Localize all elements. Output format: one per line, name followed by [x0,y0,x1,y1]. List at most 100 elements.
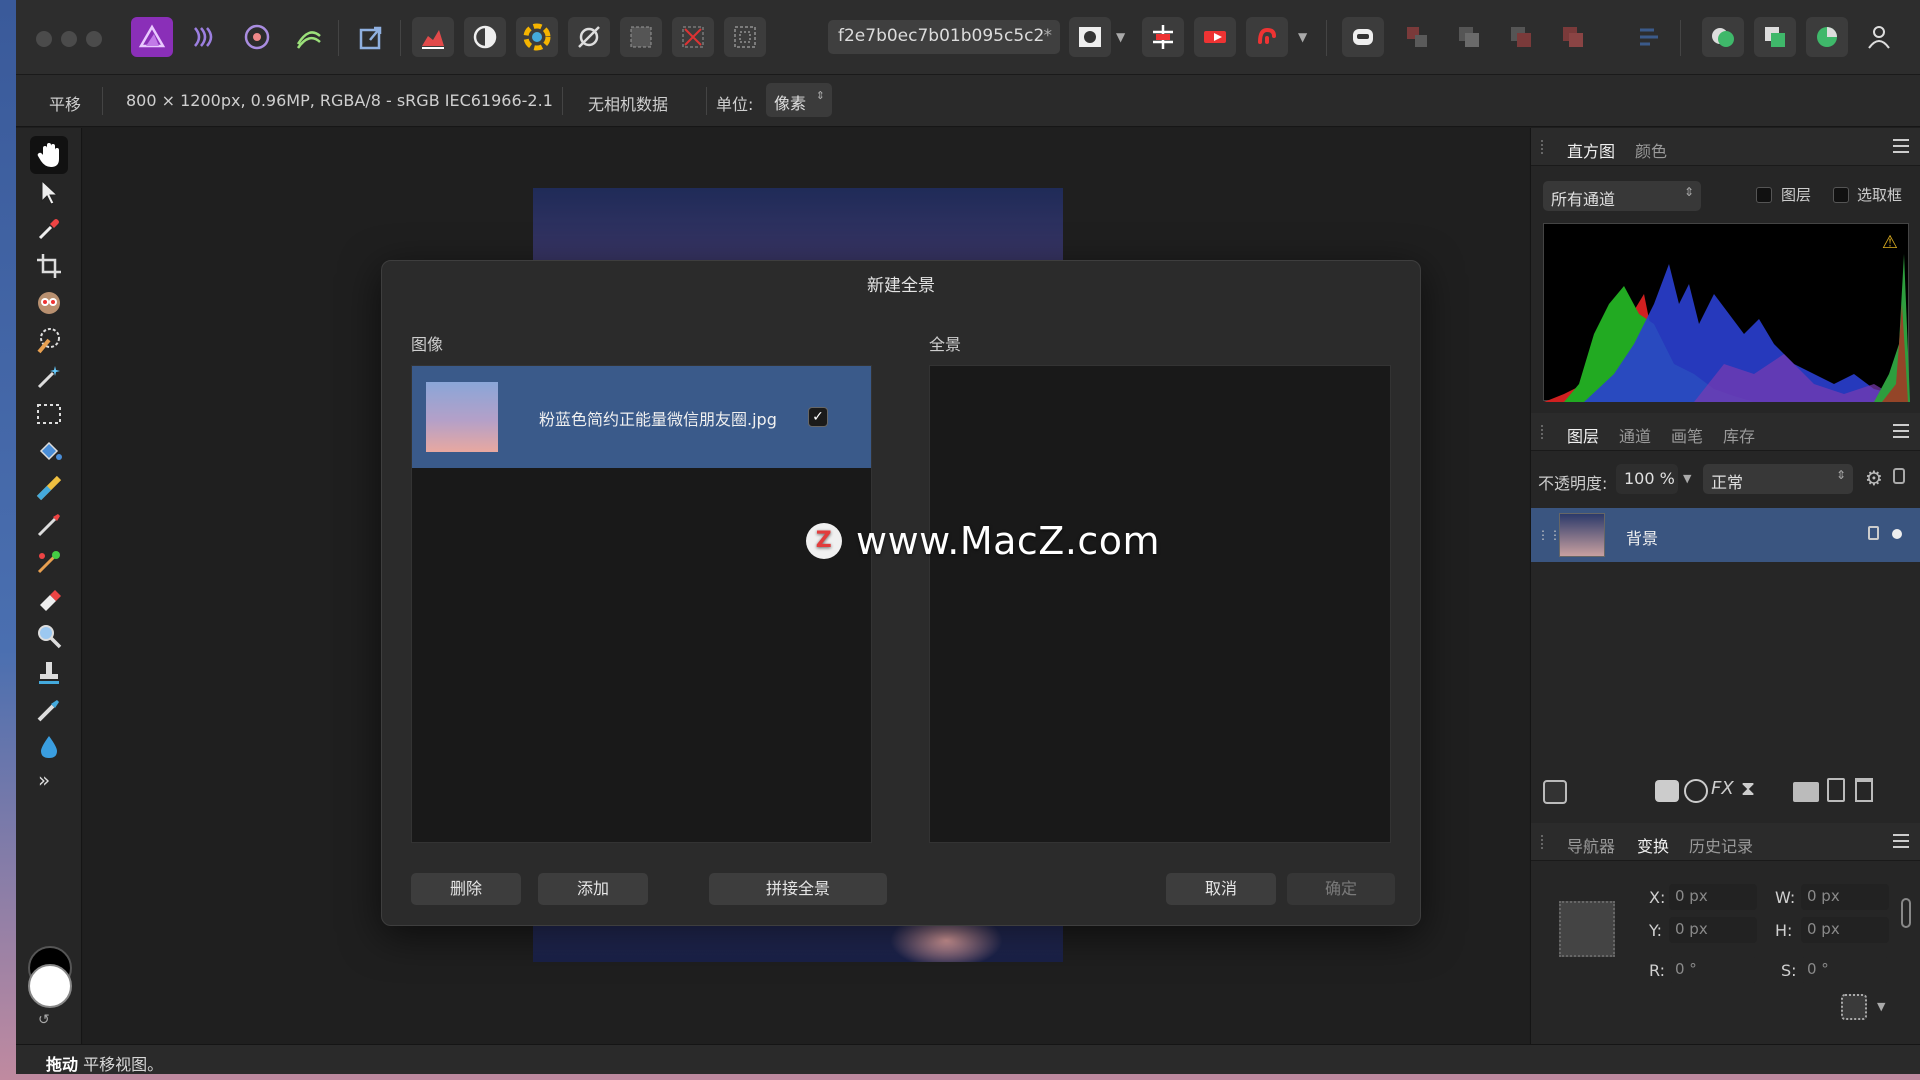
tab-transform[interactable]: 变换 [1637,833,1669,857]
panel-grip-icon[interactable] [1541,835,1547,849]
tone-mapping-persona-button[interactable] [288,17,330,57]
origin-dropdown-icon[interactable]: ▼ [1877,1000,1885,1013]
boolean-add-button[interactable] [1702,17,1744,57]
assistant-mode-button[interactable] [1194,17,1236,57]
live-filter-icon[interactable]: ⧗ [1741,776,1755,800]
blend-mode-select[interactable]: 正常 ⇕ [1703,464,1853,494]
move-back-button[interactable] [1396,17,1438,57]
auto-color-button[interactable] [516,17,558,57]
document-name-field[interactable]: f2e7b0ec7b01b095c5c2 * [828,20,1060,54]
export-persona-button[interactable] [350,17,392,57]
stitch-panorama-button[interactable]: 拼接全景 [709,873,887,905]
snap-dropdown-icon[interactable]: ▼ [1298,30,1307,44]
list-item[interactable]: 粉蓝色简约正能量微信朋友圈.jpg ✓ [412,366,871,468]
anchor-point-selector[interactable] [1559,901,1615,957]
assistant-button[interactable] [1342,17,1384,57]
tab-histogram[interactable]: 直方图 [1567,138,1615,162]
quick-mask-button[interactable] [1069,17,1111,57]
shear-field[interactable]: 0 ° [1801,957,1889,983]
snap-magnet-button[interactable] [1246,17,1288,57]
develop-persona-button[interactable] [236,17,278,57]
tab-navigator[interactable]: 导航器 [1567,833,1615,857]
layer-row[interactable]: ⋮⋮ 背景 [1531,508,1920,562]
zoom-tool[interactable] [30,617,68,655]
panel-menu-icon[interactable] [1893,139,1909,153]
move-forward-button[interactable] [1500,17,1542,57]
primary-color-swatch[interactable] [28,964,72,1008]
align-button[interactable] [1628,17,1670,57]
dodge-tool[interactable] [30,728,68,766]
link-icon[interactable] [1901,898,1911,928]
transform-origin-icon[interactable] [1841,994,1867,1020]
minimize-window-button[interactable] [61,31,77,47]
mask-layer-icon[interactable] [1655,780,1679,802]
move-backward-button[interactable] [1448,17,1490,57]
boolean-intersect-button[interactable] [1806,17,1848,57]
marquee-tool[interactable] [30,395,68,433]
layer-lock-icon[interactable] [1868,526,1879,540]
layer-visibility-icon[interactable] [1892,529,1902,539]
unit-select[interactable]: 像素 ⇕ [766,83,832,117]
channel-select[interactable]: 所有通道 ⇕ [1543,181,1701,211]
color-replacement-tool[interactable] [30,543,68,581]
liquify-persona-button[interactable] [183,17,225,57]
panel-menu-icon[interactable] [1893,834,1909,848]
white-balance-button[interactable] [568,17,610,57]
photo-persona-button[interactable] [131,17,173,57]
color-picker-tool[interactable] [30,210,68,248]
tab-history[interactable]: 历史记录 [1689,833,1753,857]
close-window-button[interactable] [36,31,52,47]
snapping-button[interactable] [1142,17,1184,57]
move-front-button[interactable] [1552,17,1594,57]
h-field[interactable]: 0 px [1801,917,1889,943]
deselect-button[interactable] [672,17,714,57]
layer-stack-icon[interactable] [1543,780,1567,804]
selection-brush-tool[interactable] [30,321,68,359]
clone-brush-tool[interactable] [30,654,68,692]
auto-contrast-button[interactable] [464,17,506,57]
adjustment-layer-icon[interactable] [1684,779,1708,803]
panel-menu-icon[interactable] [1893,424,1909,438]
opacity-field[interactable]: 100 % [1616,464,1678,494]
view-tool[interactable] [30,136,68,174]
selection-checkbox[interactable] [1833,187,1849,203]
zoom-window-button[interactable] [86,31,102,47]
ok-button[interactable]: 确定 [1287,873,1395,905]
crop-tool[interactable] [30,247,68,285]
gear-icon[interactable]: ⚙ [1865,466,1883,490]
panel-grip-icon[interactable] [1541,425,1547,439]
image-include-checkbox[interactable]: ✓ [808,407,828,427]
rotation-field[interactable]: 0 ° [1669,957,1757,983]
fx-icon[interactable]: FX [1711,778,1734,799]
trash-icon[interactable] [1855,778,1873,802]
opacity-dropdown-icon[interactable]: ▼ [1683,472,1691,485]
swap-colors-icon[interactable]: ↺ [38,1012,50,1028]
images-list[interactable]: 粉蓝色简约正能量微信朋友圈.jpg ✓ [411,365,872,843]
lock-icon[interactable] [1893,468,1905,484]
group-layers-icon[interactable] [1793,782,1819,802]
cancel-button[interactable]: 取消 [1166,873,1276,905]
account-button[interactable] [1858,17,1900,57]
tab-channels[interactable]: 通道 [1619,423,1651,447]
quick-mask-dropdown-icon[interactable]: ▼ [1116,30,1125,44]
w-field[interactable]: 0 px [1801,884,1889,910]
delete-button[interactable]: 删除 [411,873,521,905]
flood-fill-tool[interactable] [30,432,68,470]
gradient-tool[interactable] [30,469,68,507]
tab-stock[interactable]: 库存 [1723,423,1755,447]
y-field[interactable]: 0 px [1669,917,1757,943]
paint-brush-tool[interactable] [30,506,68,544]
select-all-button[interactable] [620,17,662,57]
tab-color[interactable]: 颜色 [1635,138,1667,162]
layer-checkbox[interactable] [1756,187,1772,203]
add-button[interactable]: 添加 [538,873,648,905]
add-pixel-layer-icon[interactable] [1827,778,1845,802]
invert-selection-button[interactable] [724,17,766,57]
layer-grip-icon[interactable]: ⋮⋮ [1537,528,1561,542]
erase-brush-tool[interactable] [30,580,68,618]
boolean-subtract-button[interactable] [1754,17,1796,57]
more-tools-icon[interactable]: » [38,768,50,792]
healing-brush-tool[interactable] [30,691,68,729]
move-tool[interactable] [30,173,68,211]
tab-layers[interactable]: 图层 [1567,423,1599,447]
